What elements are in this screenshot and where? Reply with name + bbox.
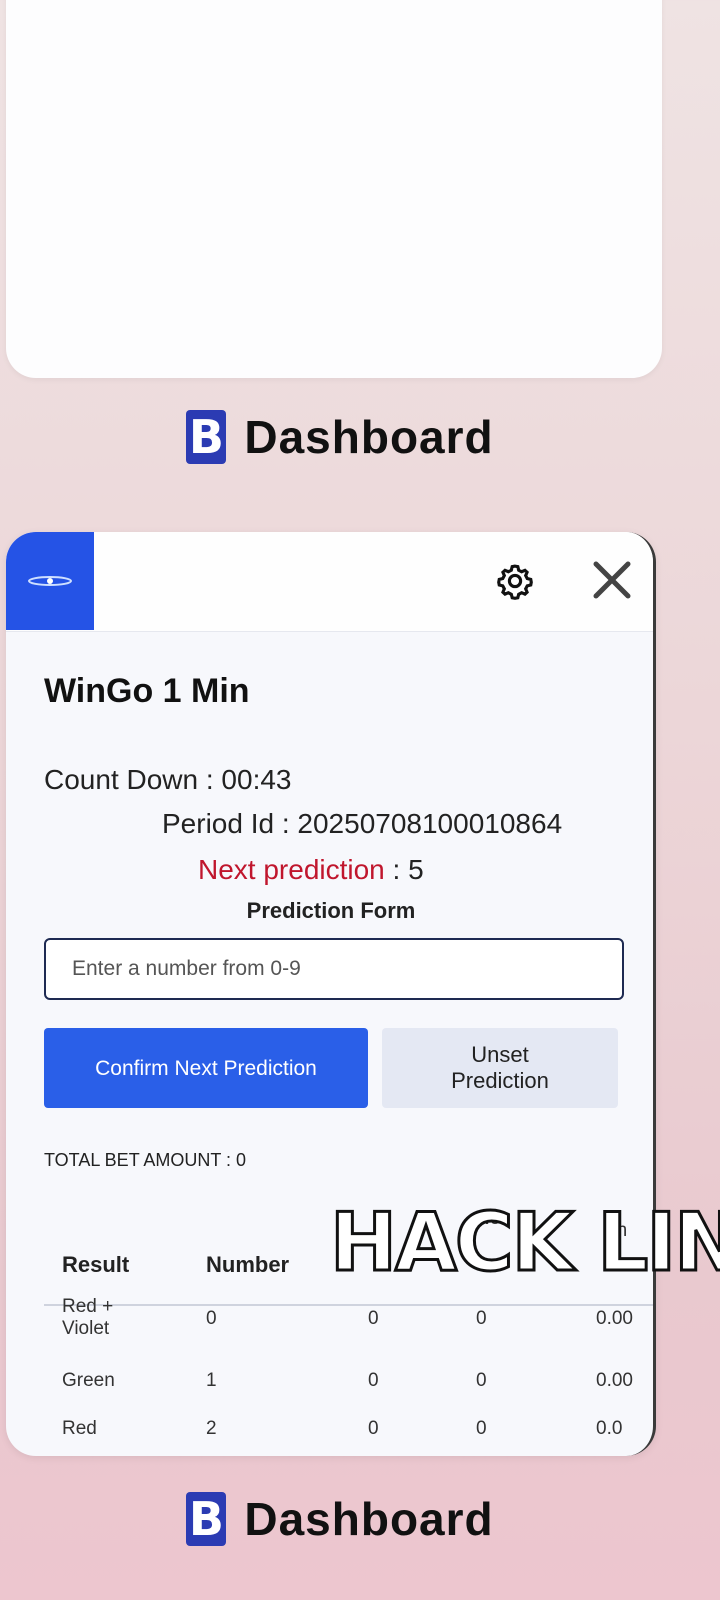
drag-handle[interactable] xyxy=(6,532,94,630)
table-cell-amount: 0.0 xyxy=(596,1418,623,1439)
table-cell-amount: 0.00 xyxy=(596,1370,633,1391)
table-cell: 0 xyxy=(476,1308,487,1329)
unset-prediction-button[interactable]: Unset Prediction xyxy=(382,1028,618,1108)
drag-handle-icon xyxy=(28,576,72,586)
table-cell: 0 xyxy=(476,1370,487,1391)
panel-topbar xyxy=(6,532,653,632)
confirm-prediction-button[interactable]: Confirm Next Prediction xyxy=(44,1028,368,1108)
countdown-text: Count Down : 00:43 xyxy=(44,764,292,795)
total-bet-amount: TOTAL BET AMOUNT : 0 xyxy=(44,1150,247,1170)
table-header-number: Number xyxy=(206,1252,290,1277)
period-id-text: Period Id : 20250708100010864 xyxy=(162,808,563,839)
prediction-form-title: Prediction Form xyxy=(246,898,416,923)
app-label[interactable]: B Dashboard xyxy=(0,410,680,464)
table-cell: 0 xyxy=(476,1418,487,1439)
prediction-number-input[interactable] xyxy=(44,938,624,1000)
table-cell-number: 2 xyxy=(206,1418,217,1439)
app-logo-icon: B xyxy=(186,410,227,464)
table-cell-result: Red + Violet xyxy=(62,1296,114,1339)
close-icon[interactable] xyxy=(588,556,636,604)
table-cell-number: 1 xyxy=(206,1370,217,1391)
next-prediction-value: : 5 xyxy=(384,854,424,885)
app-name: Dashboard xyxy=(244,411,494,463)
panel-title: WinGo 1 Min xyxy=(44,672,250,710)
app-name: Dashboard xyxy=(244,1493,494,1545)
overlay-caption: HACK LIN xyxy=(328,1195,720,1291)
prediction-panel: WinGo 1 Min Count Down : 00:43 Period Id… xyxy=(6,532,656,1456)
next-prediction: Next prediction : 5 xyxy=(198,854,424,886)
table-cell: 0 xyxy=(368,1418,379,1439)
table-cell: 0 xyxy=(368,1308,379,1329)
table-cell-amount: 0.00 xyxy=(596,1308,633,1329)
table-cell-number: 0 xyxy=(206,1308,217,1329)
next-prediction-label: Next prediction xyxy=(198,854,385,885)
app-preview-card[interactable] xyxy=(6,0,662,378)
app-logo-icon: B xyxy=(186,1492,227,1546)
table-cell: 0 xyxy=(368,1370,379,1391)
table-header-result: Result xyxy=(62,1252,130,1277)
app-label[interactable]: B Dashboard xyxy=(0,1492,680,1546)
table-cell-result: Red xyxy=(62,1418,97,1439)
gear-icon[interactable] xyxy=(494,560,536,602)
table-cell-result: Green xyxy=(62,1370,115,1391)
